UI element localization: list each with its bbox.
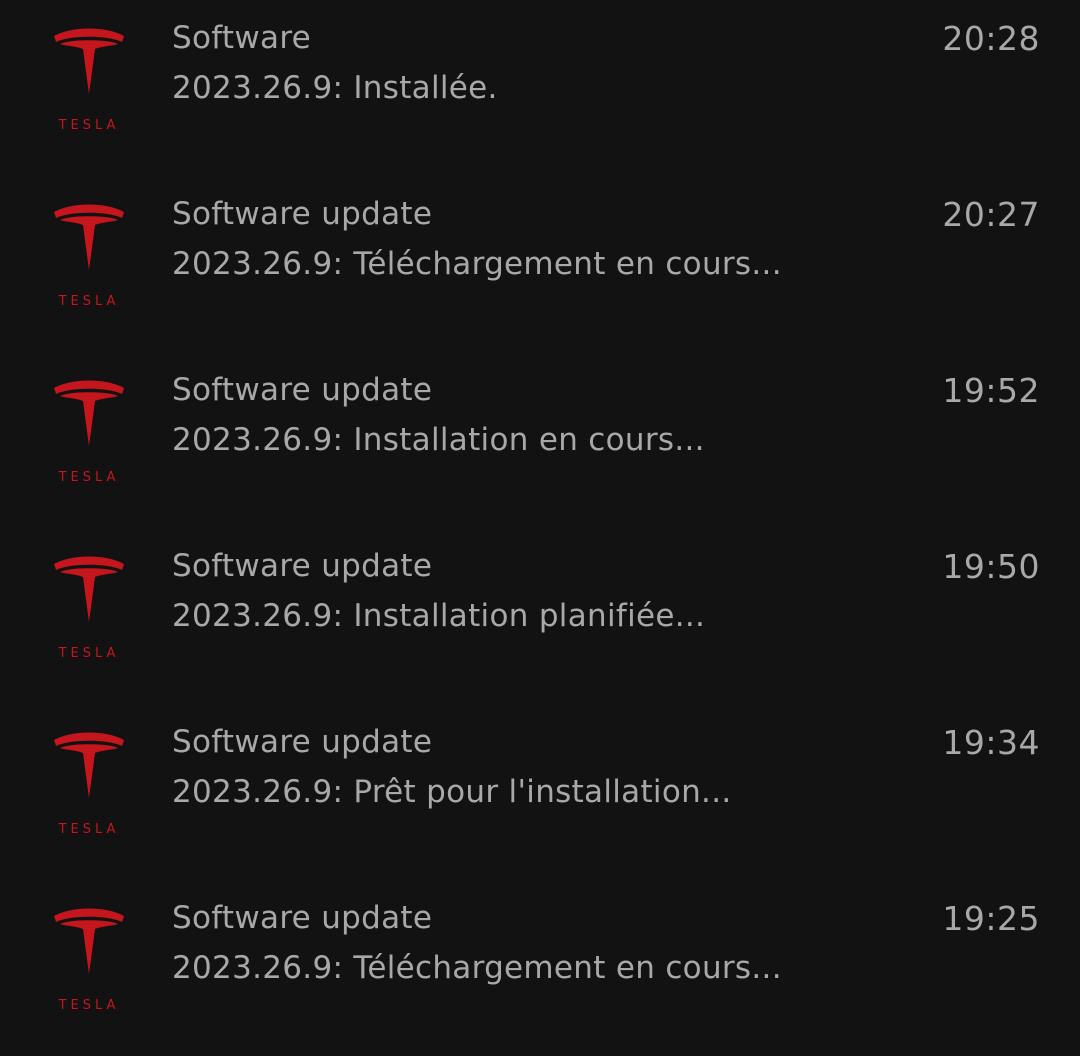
notification-time: 19:52 [942,371,1040,410]
notification-item[interactable]: TESLA Software update 2023.26.9: Install… [0,528,1080,704]
notification-message: 2023.26.9: Prêt pour l'installation... [172,774,732,810]
svg-text:TESLA: TESLA [58,998,120,1012]
tesla-logo-icon: TESLA [46,374,132,484]
notification-time: 19:50 [942,547,1040,586]
notification-message: 2023.26.9: Installation planifiée... [172,598,706,634]
tesla-logo-icon: TESLA [46,22,132,132]
notification-item[interactable]: TESLA Software update 2023.26.9: Télécha… [0,176,1080,352]
svg-text:TESLA: TESLA [58,118,120,132]
tesla-logo-icon: TESLA [46,198,132,308]
svg-text:TESLA: TESLA [58,470,120,484]
notification-item[interactable]: TESLA Software update 2023.26.9: Install… [0,352,1080,528]
notification-message: 2023.26.9: Installée. [172,70,498,106]
notification-time: 20:28 [942,19,1040,58]
notification-message: 2023.26.9: Installation en cours... [172,422,705,458]
notification-item[interactable]: TESLA Software update 2023.26.9: Télécha… [0,880,1080,1056]
notification-message: 2023.26.9: Téléchargement en cours... [172,246,782,282]
tesla-logo-icon: TESLA [46,726,132,836]
notification-title: Software update [172,372,433,408]
notification-title: Software update [172,724,433,760]
notification-item[interactable]: TESLA Software 2023.26.9: Installée. 20:… [0,0,1080,176]
notification-item[interactable]: TESLA Software update 2023.26.9: Prêt po… [0,704,1080,880]
notification-title: Software update [172,900,433,936]
tesla-logo-icon: TESLA [46,550,132,660]
notification-time: 20:27 [942,195,1040,234]
notification-message: 2023.26.9: Téléchargement en cours... [172,950,782,986]
tesla-logo-icon: TESLA [46,902,132,1012]
notification-list: TESLA Software 2023.26.9: Installée. 20:… [0,0,1080,1019]
notification-title: Software [172,20,312,56]
notification-time: 19:34 [942,723,1040,762]
notification-time: 19:25 [942,899,1040,938]
notification-title: Software update [172,196,433,232]
svg-text:TESLA: TESLA [58,294,120,308]
notification-title: Software update [172,548,433,584]
svg-text:TESLA: TESLA [58,646,120,660]
svg-text:TESLA: TESLA [58,822,120,836]
